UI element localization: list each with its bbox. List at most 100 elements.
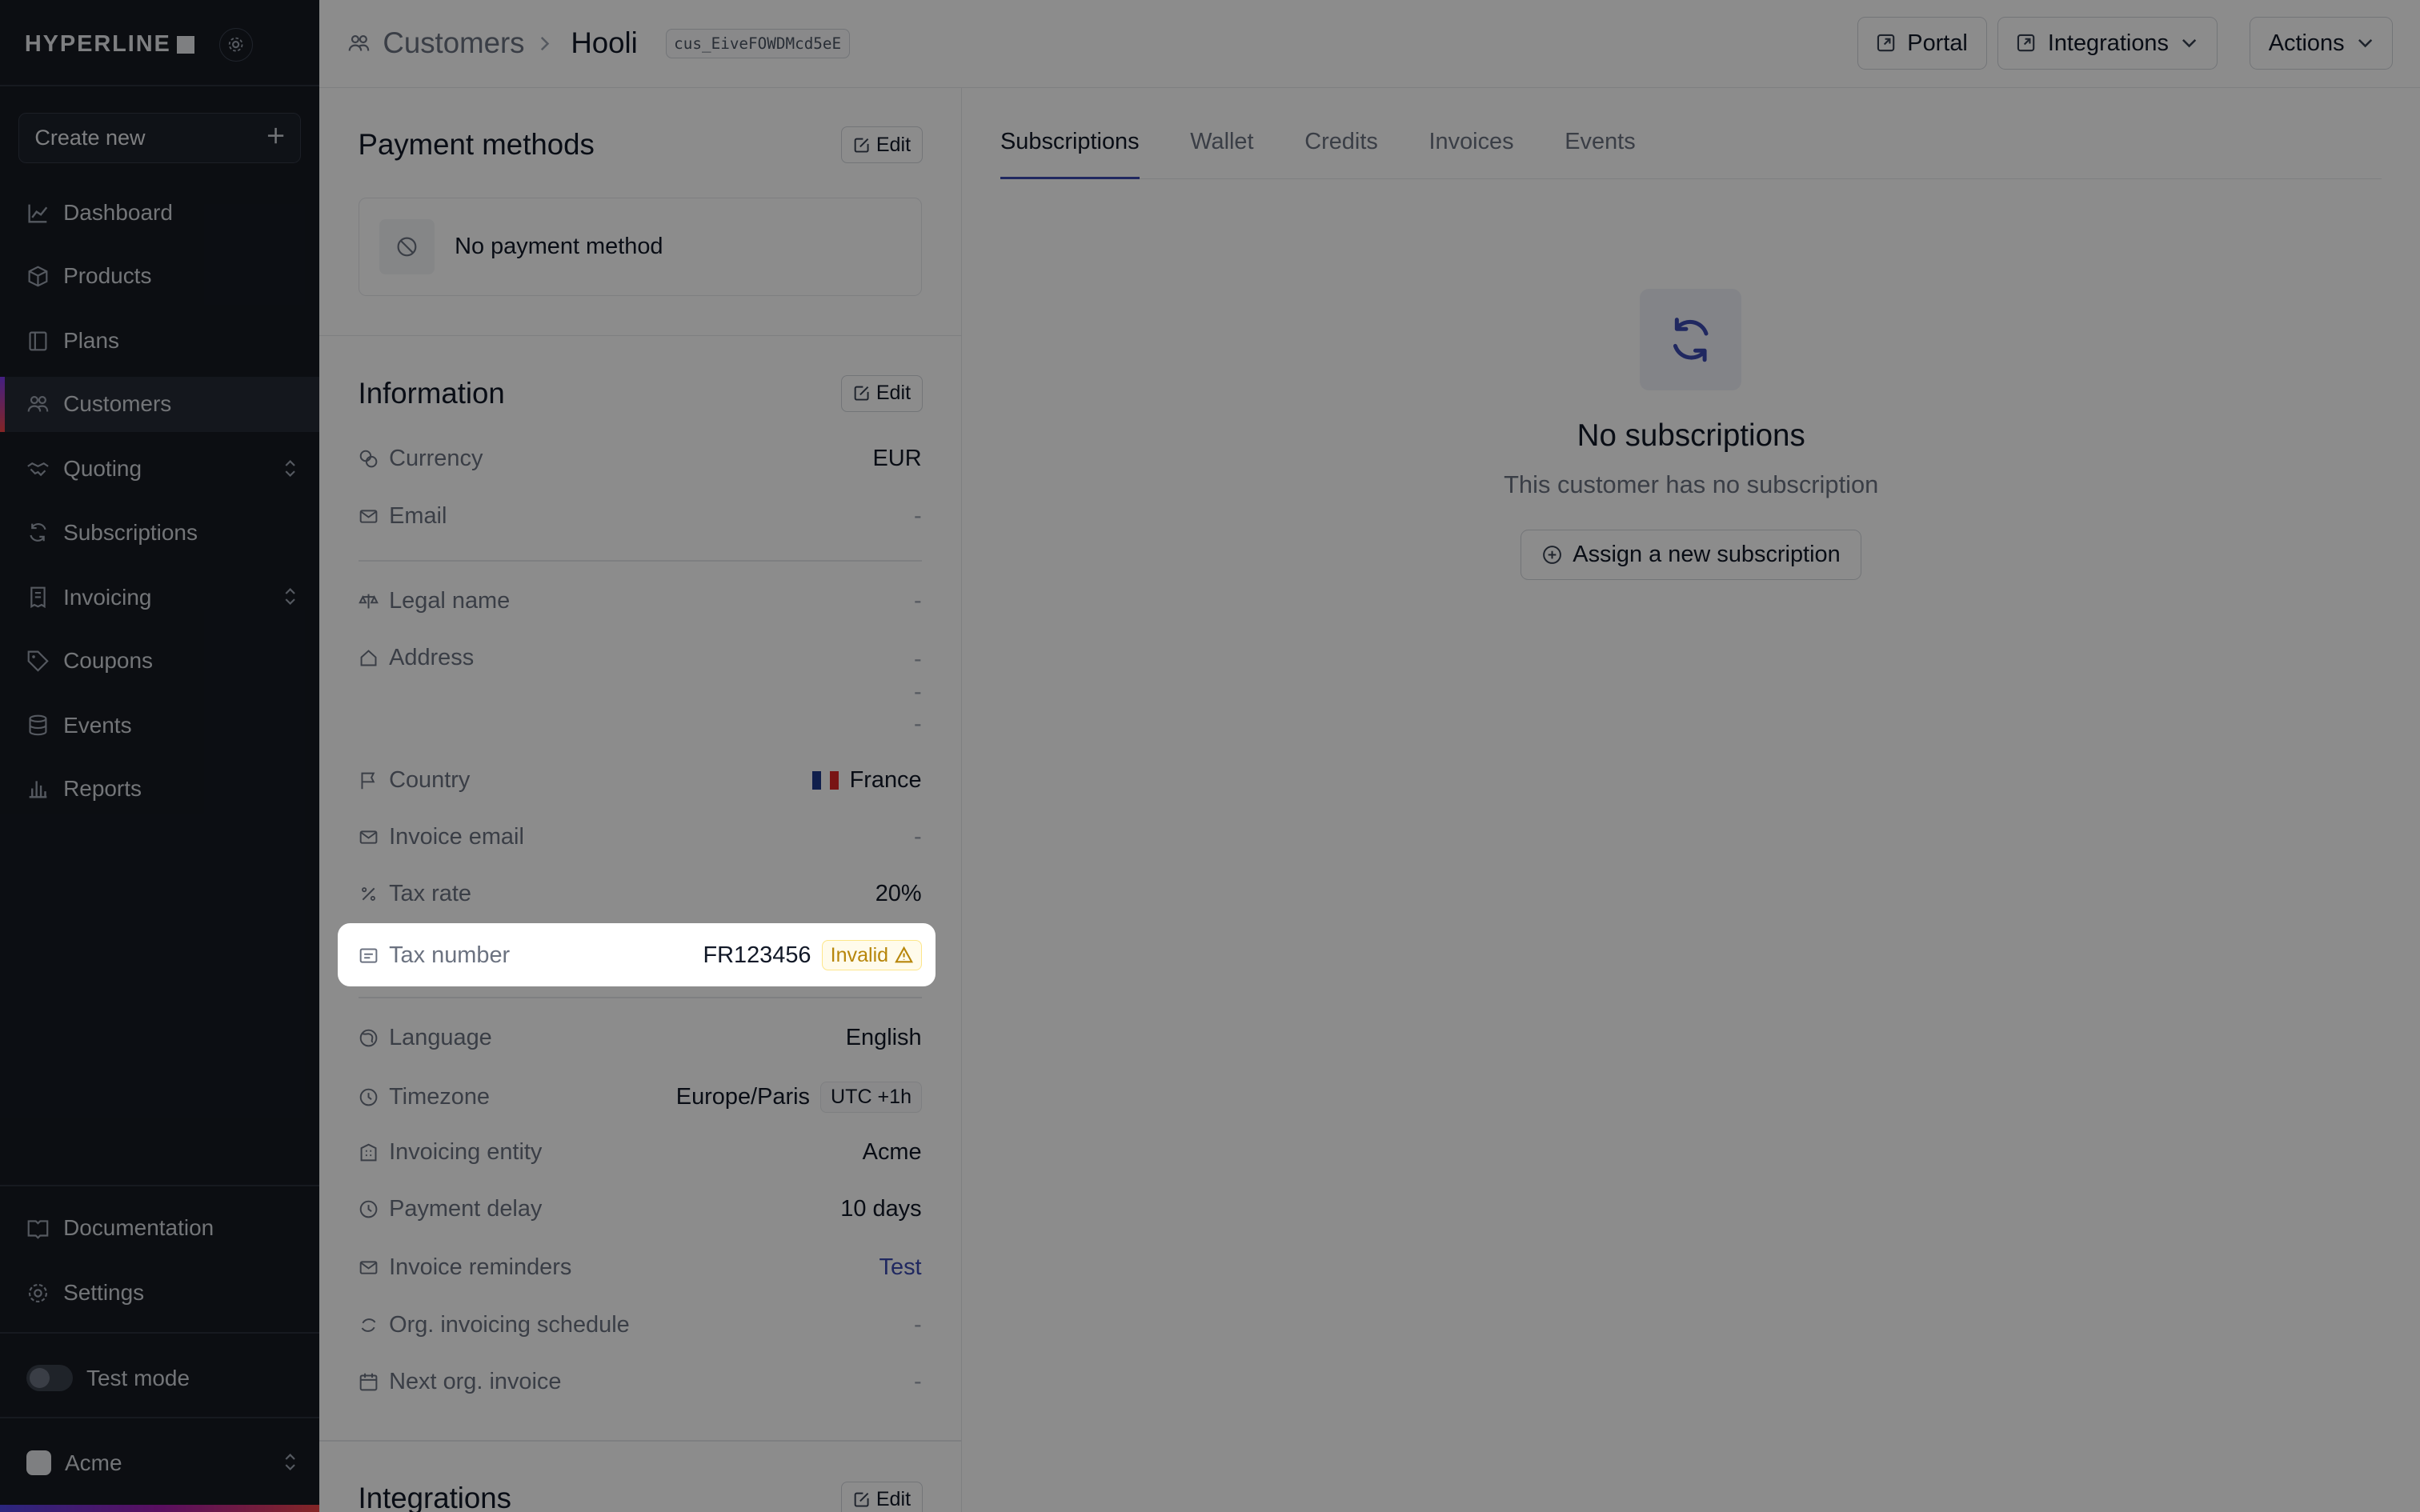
integrations-label: Integrations — [2047, 30, 2169, 56]
info-row-currency: Currency EUR — [359, 446, 922, 472]
org-name: Acme — [65, 1450, 122, 1475]
tab-wallet[interactable]: Wallet — [1190, 120, 1253, 178]
brand-logo[interactable]: HYPERLINE — [25, 31, 171, 58]
sidebar-item-plans[interactable]: Plans — [0, 314, 319, 369]
mail-icon — [359, 830, 377, 844]
france-flag-icon — [812, 770, 839, 790]
assign-subscription-button[interactable]: Assign a new subscription — [1521, 529, 1862, 581]
chevron-down-icon — [2358, 39, 2373, 48]
id-card-icon — [359, 948, 377, 963]
info-row-invoice-email: Invoice email - — [359, 824, 922, 850]
sidebar-item-invoicing[interactable]: Invoicing — [0, 570, 319, 625]
test-mode-toggle[interactable] — [26, 1365, 73, 1391]
test-mode-toggle-row[interactable]: Test mode — [0, 1350, 319, 1406]
row-divider — [358, 560, 922, 562]
invalid-badge[interactable]: Invalid — [822, 939, 922, 971]
test-mode-label: Test mode — [86, 1365, 190, 1390]
customer-details-panel: Payment methods Edit No payment method I… — [319, 87, 962, 1512]
sidebar-item-quoting[interactable]: Quoting — [0, 442, 319, 497]
currency-value: EUR — [872, 446, 922, 472]
sidebar-item-settings[interactable]: Settings — [0, 1266, 319, 1321]
integrations-button[interactable]: Integrations — [1997, 17, 2218, 70]
integrations-edit-button[interactable]: Edit — [841, 1481, 923, 1512]
information-edit-button[interactable]: Edit — [841, 374, 923, 412]
sidebar-item-label: Subscriptions — [63, 519, 198, 545]
actions-button[interactable]: Actions — [2249, 17, 2394, 70]
calendar-icon — [359, 1373, 377, 1391]
empty-state-subtitle: This customer has no subscription — [1504, 470, 1879, 499]
customer-tabs-panel: Subscriptions Wallet Credits Invoices Ev… — [962, 88, 2420, 1512]
external-link-icon — [2017, 34, 2035, 52]
payment-methods-edit-button[interactable]: Edit — [841, 126, 923, 164]
sidebar-item-label: Events — [63, 712, 132, 738]
breadcrumb: Customers Hooli cus_EiveFOWDMcd5eE — [347, 26, 850, 60]
plus-circle-icon — [1542, 546, 1561, 564]
sidebar-item-documentation[interactable]: Documentation — [0, 1201, 319, 1256]
org-invoicing-schedule-value: - — [913, 1311, 922, 1338]
section-divider — [319, 1439, 962, 1442]
tab-events[interactable]: Events — [1565, 120, 1635, 178]
tax-number-label: Tax number — [389, 942, 511, 968]
ban-icon — [379, 218, 435, 275]
org-switcher[interactable]: Acme — [0, 1435, 319, 1490]
sidebar-item-label: Reports — [63, 775, 142, 801]
coins-icon — [359, 450, 377, 468]
invoice-email-label: Invoice email — [389, 824, 524, 850]
information-title: Information — [358, 376, 505, 410]
sidebar-item-label: Coupons — [63, 647, 154, 673]
payment-delay-label: Payment delay — [389, 1195, 543, 1222]
next-org-invoice-value: - — [913, 1369, 922, 1394]
customer-id-badge[interactable]: cus_EiveFOWDMcd5eE — [665, 29, 850, 58]
gear-icon — [28, 1283, 47, 1303]
sidebar-item-products[interactable]: Products — [0, 249, 319, 304]
cube-icon — [28, 266, 48, 287]
chevron-updown-icon — [285, 588, 295, 606]
globe-icon — [359, 1029, 377, 1047]
users-icon — [348, 34, 370, 51]
row-divider — [358, 997, 922, 999]
sidebar-item-events[interactable]: Events — [0, 698, 319, 753]
sidebar-divider — [0, 1331, 320, 1334]
mail-icon — [359, 510, 377, 523]
chart-line-icon — [28, 204, 48, 223]
legal-name-label: Legal name — [389, 587, 511, 614]
scale-icon — [358, 594, 379, 609]
timezone-value: Europe/Paris — [675, 1084, 810, 1110]
sidebar-item-coupons[interactable]: Coupons — [0, 633, 319, 688]
tab-invoices[interactable]: Invoices — [1428, 120, 1513, 178]
address-label: Address — [389, 645, 475, 671]
email-value: - — [913, 502, 922, 529]
book-open-icon — [27, 1220, 49, 1239]
gear-icon[interactable] — [218, 27, 253, 62]
external-link-icon — [1877, 34, 1894, 52]
info-row-invoicing-entity: Invoicing entity Acme — [359, 1139, 922, 1166]
invoice-email-value: - — [913, 824, 922, 850]
chevron-updown-icon — [285, 459, 295, 477]
chevron-down-icon — [2182, 39, 2197, 48]
tax-rate-value: 20% — [875, 881, 922, 907]
address-value: - - - — [914, 645, 922, 739]
sidebar-item-dashboard[interactable]: Dashboard — [0, 185, 319, 240]
language-label: Language — [389, 1024, 492, 1050]
invoice-reminders-link[interactable]: Test — [879, 1254, 922, 1281]
create-new-button[interactable]: Create new — [18, 112, 302, 164]
refresh-icon — [30, 523, 46, 542]
sidebar: HYPERLINE Create new Dashboard Products … — [0, 0, 320, 1512]
info-row-invoice-reminders: Invoice reminders Test — [359, 1254, 922, 1281]
clock-icon — [359, 1200, 377, 1218]
portal-button[interactable]: Portal — [1857, 17, 1987, 70]
brand-square-icon — [177, 36, 194, 54]
language-value: English — [845, 1024, 922, 1050]
book-icon — [29, 331, 47, 351]
tab-credits[interactable]: Credits — [1304, 120, 1378, 178]
address-line-2: - — [913, 678, 922, 705]
breadcrumb-customers-link[interactable]: Customers — [383, 26, 524, 60]
payment-delay-value: 10 days — [840, 1195, 922, 1222]
tab-subscriptions[interactable]: Subscriptions — [1000, 120, 1140, 179]
sidebar-item-customers[interactable]: Customers — [0, 376, 320, 433]
info-row-tax-number[interactable]: Tax number FR123456 Invalid — [359, 939, 922, 971]
sidebar-item-subscriptions[interactable]: Subscriptions — [0, 505, 319, 560]
integrations-title: Integrations — [358, 1481, 511, 1512]
sidebar-item-reports[interactable]: Reports — [0, 761, 319, 816]
invoicing-entity-label: Invoicing entity — [389, 1138, 543, 1165]
